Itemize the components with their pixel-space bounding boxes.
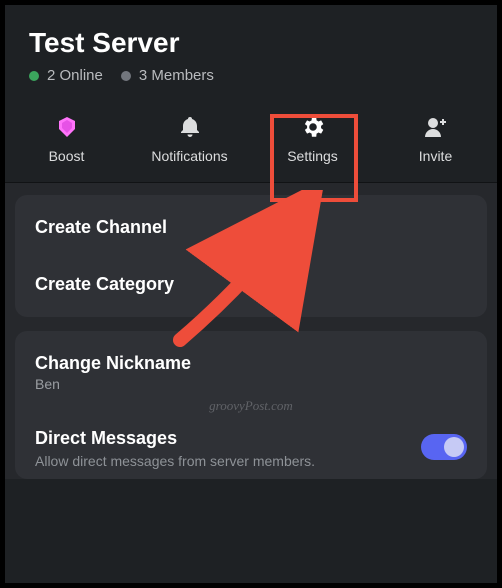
nickname-value: Ben	[35, 376, 467, 392]
invite-button[interactable]: Invite	[374, 114, 497, 164]
online-status: 2 Online	[29, 67, 103, 84]
create-channel-button[interactable]: Create Channel	[15, 199, 487, 256]
create-category-button[interactable]: Create Category	[15, 256, 487, 313]
boost-button[interactable]: Boost	[5, 114, 128, 164]
boost-icon	[54, 114, 80, 140]
direct-messages-row: Direct Messages Allow direct messages fr…	[15, 410, 487, 475]
user-card: Change Nickname Ben Direct Messages Allo…	[15, 331, 487, 479]
online-dot-icon	[29, 71, 39, 81]
create-card: Create Channel Create Category	[15, 195, 487, 317]
action-row: Boost Notifications Settings Invite	[5, 96, 497, 183]
change-nickname-label: Change Nickname	[35, 353, 467, 374]
server-header: Test Server 2 Online 3 Members	[5, 5, 497, 96]
settings-button[interactable]: Settings	[251, 114, 374, 164]
gear-icon	[300, 114, 326, 140]
bell-icon	[177, 114, 203, 140]
dm-title: Direct Messages	[35, 428, 315, 449]
dm-description: Allow direct messages from server member…	[35, 453, 315, 469]
members-status: 3 Members	[121, 67, 214, 84]
server-title: Test Server	[29, 27, 473, 59]
change-nickname-button[interactable]: Change Nickname Ben	[15, 335, 487, 410]
notifications-button[interactable]: Notifications	[128, 114, 251, 164]
notifications-label: Notifications	[151, 148, 227, 164]
invite-label: Invite	[419, 148, 452, 164]
members-count: 3 Members	[139, 67, 214, 84]
dm-toggle[interactable]	[421, 434, 467, 460]
status-row: 2 Online 3 Members	[29, 67, 473, 84]
boost-label: Boost	[49, 148, 85, 164]
add-user-icon	[423, 114, 449, 140]
settings-label: Settings	[287, 148, 338, 164]
members-dot-icon	[121, 71, 131, 81]
online-count: 2 Online	[47, 67, 103, 84]
